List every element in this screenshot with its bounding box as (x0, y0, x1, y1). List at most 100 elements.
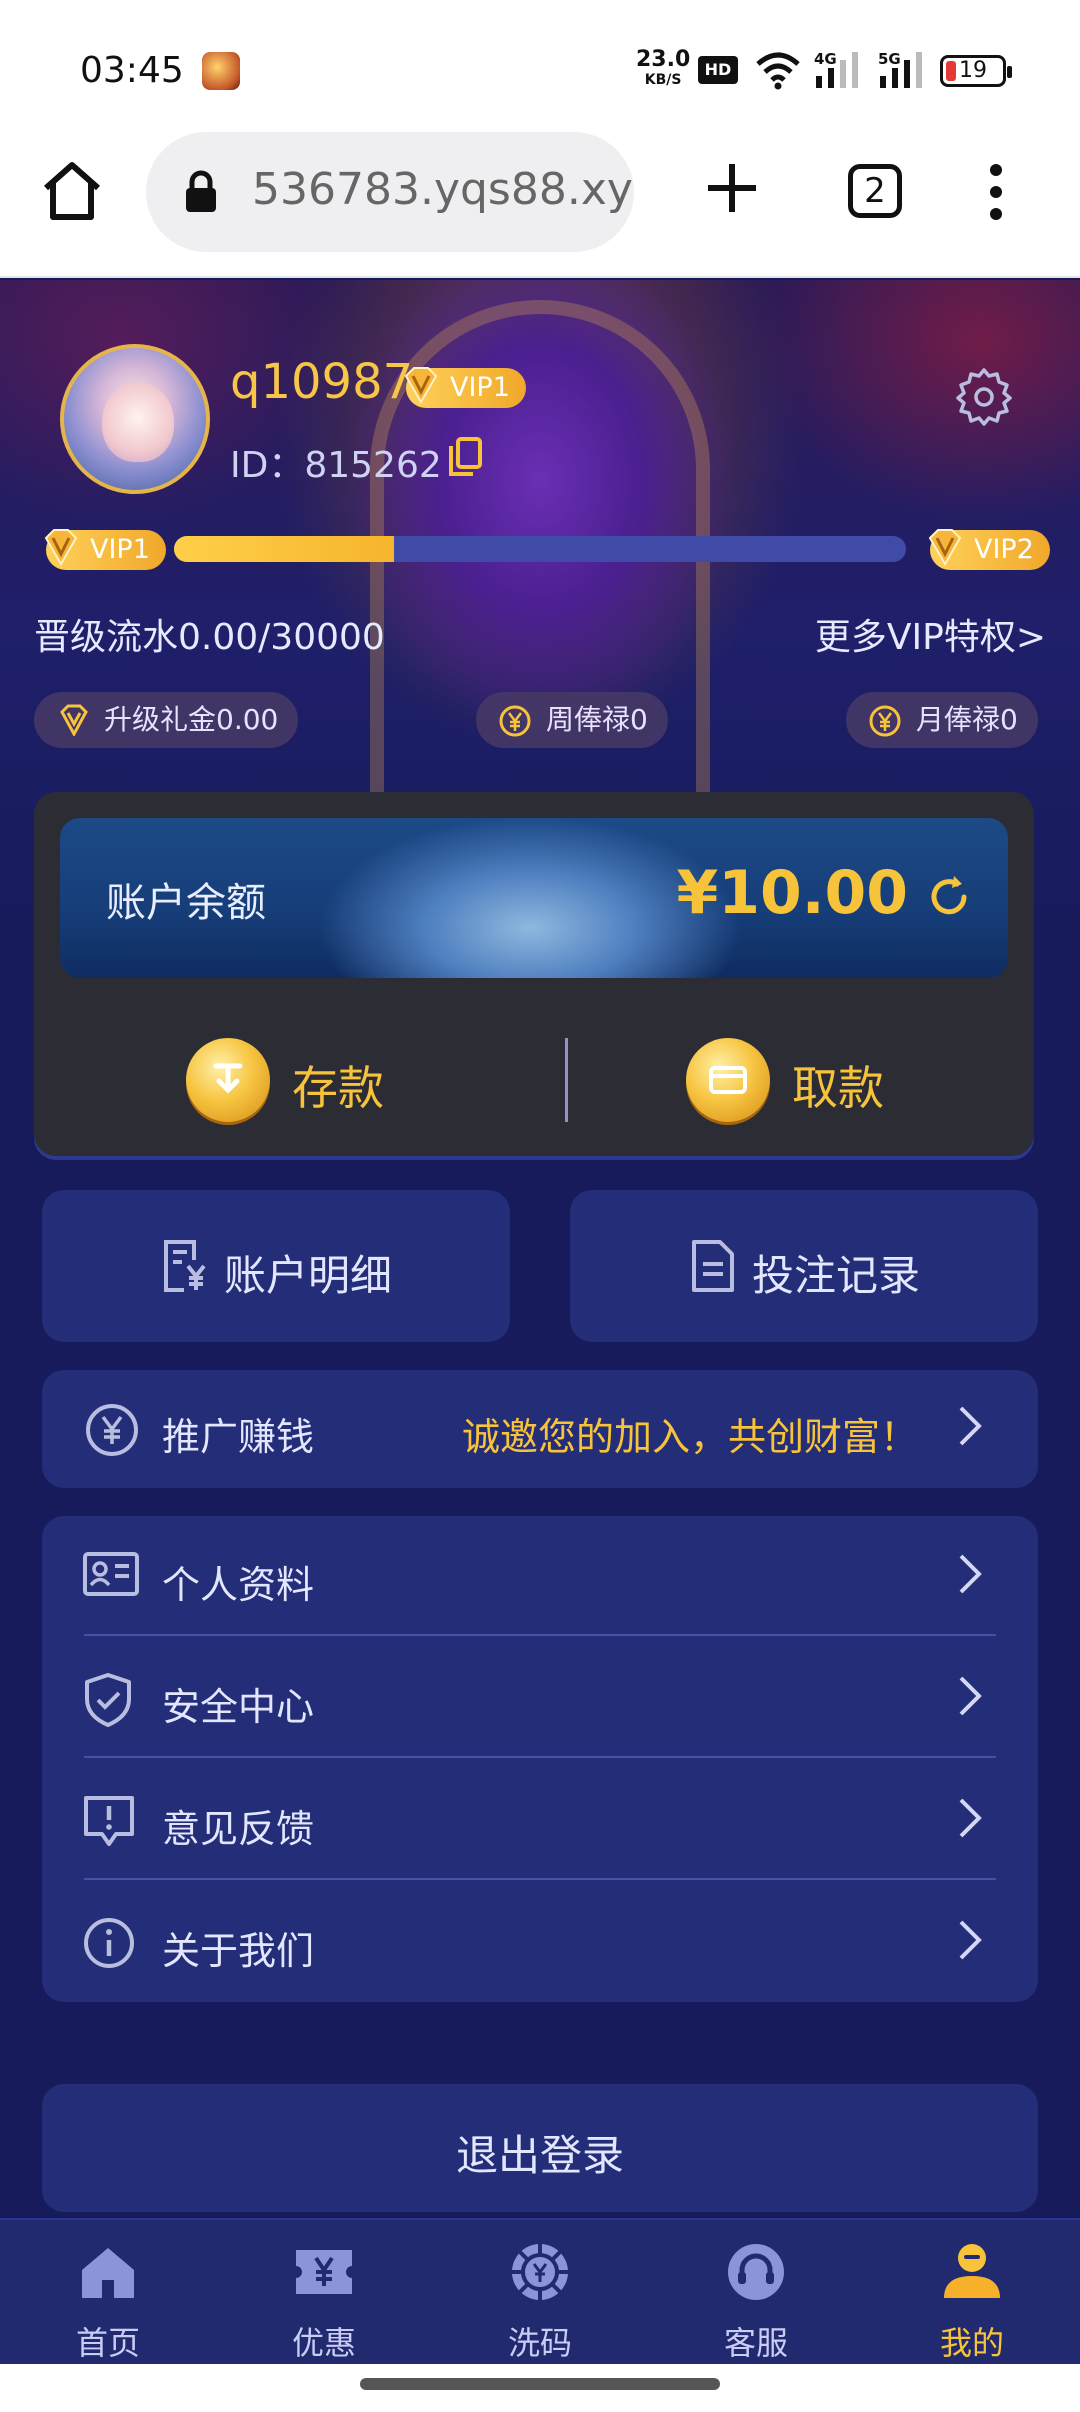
account-detail-icon (164, 1240, 206, 1292)
diamond-icon (928, 529, 962, 567)
nav-label: 我的 (939, 2324, 1004, 2362)
menu-separator (84, 1634, 996, 1636)
ticket-icon (296, 2250, 352, 2294)
nav-home[interactable]: 首页 (0, 2220, 216, 2366)
diamond-icon (44, 529, 78, 567)
signal-4g-icon: 4G (814, 50, 858, 88)
deposit-button[interactable]: 存款 (186, 1032, 426, 1132)
new-tab-icon[interactable] (702, 158, 762, 218)
user-id-label: ID： (230, 445, 305, 486)
menu-item-about[interactable]: 关于我们 (42, 1882, 1038, 2002)
username: q10987 (230, 354, 414, 410)
next-vip-badge: VIP2 (928, 529, 1050, 570)
logout-button[interactable]: 退出登录 (42, 2084, 1038, 2212)
withdraw-label: 取款 (792, 1061, 884, 1115)
bet-record-button[interactable]: 投注记录 (570, 1190, 1038, 1342)
chevron-right-icon (959, 1406, 982, 1446)
chevron-right-icon (959, 1920, 982, 1960)
promotion-label: 推广赚钱 (162, 1415, 315, 1459)
status-time: 03:45 (80, 50, 184, 91)
tab-switcher-button[interactable]: 2 (848, 164, 902, 218)
chevron-right-icon (959, 1798, 982, 1838)
next-vip-text: VIP2 (974, 534, 1034, 565)
menu-item-label: 意见反馈 (162, 1807, 315, 1851)
promotion-hint: 诚邀您的加入，共创财富！ (461, 1415, 918, 1459)
current-vip-text: VIP1 (90, 534, 150, 565)
document-icon (692, 1240, 734, 1292)
bet-record-label: 投注记录 (752, 1251, 921, 1300)
nav-promotions[interactable]: 优惠 (216, 2220, 432, 2366)
svg-text:5G: 5G (878, 50, 901, 68)
upgrade-turnover-text: 晋级流水0.00/30000 (34, 617, 385, 658)
headset-icon (728, 2244, 784, 2300)
copy-icon[interactable] (446, 436, 484, 478)
battery-icon: 19 (940, 55, 1012, 87)
home-indicator[interactable] (360, 2378, 720, 2390)
nav-mine[interactable]: 我的 (864, 2220, 1080, 2366)
menu-item-label: 个人资料 (162, 1563, 315, 1607)
battery-level: 19 (959, 58, 987, 83)
menu-item-label: 关于我们 (162, 1929, 315, 1973)
browser-home-icon[interactable] (40, 160, 104, 222)
monthly-salary-chip: 月俸禄0 (846, 692, 1038, 748)
user-id-value: 815262 (304, 445, 442, 486)
settings-menu: 个人资料 安全中心 意见反馈 关于我们 (42, 1516, 1038, 2002)
promotion-row[interactable]: 推广赚钱 诚邀您的加入，共创财富！ (42, 1370, 1038, 1488)
browser-toolbar: 536783.yqs88.xyz/ 2 (0, 130, 1080, 278)
wallet-card: 账户余额 ¥10.00 存款 取款 (34, 792, 1034, 1156)
nav-label: 洗码 (507, 2324, 572, 2362)
weekly-salary-label: 周俸禄0 (546, 703, 648, 736)
upgrade-bonus-label: 升级礼金0.00 (104, 703, 279, 736)
nav-customer-service[interactable]: 客服 (648, 2220, 864, 2366)
hd-voice-icon: HD (698, 56, 738, 84)
address-bar[interactable]: 536783.yqs88.xyz/ (146, 132, 634, 252)
menu-item-profile[interactable]: 个人资料 (42, 1516, 1038, 1636)
wallet-divider (565, 1038, 568, 1122)
id-card-icon (83, 1552, 139, 1596)
yen-coin-icon (86, 1404, 138, 1456)
bottom-navigation: 首页 优惠 洗码 客服 我的 (0, 2218, 1080, 2364)
settings-gear-icon[interactable] (954, 366, 1014, 426)
yen-coin-icon (499, 705, 531, 737)
gesture-bar (0, 2364, 1080, 2412)
withdraw-card-icon (686, 1038, 770, 1122)
more-vip-link[interactable]: 更多VIP特权> (815, 608, 1046, 660)
refresh-icon[interactable] (924, 872, 974, 922)
feedback-icon (84, 1796, 134, 1846)
url-text: 536783.yqs88.xyz/ (252, 164, 634, 215)
upgrade-bonus-chip: 升级礼金0.00 (34, 692, 299, 748)
menu-item-feedback[interactable]: 意见反馈 (42, 1760, 1038, 1880)
current-vip-badge: VIP1 (44, 529, 166, 570)
network-speed-unit: KB/S (644, 72, 682, 88)
nav-label: 客服 (723, 2324, 788, 2362)
more-menu-icon[interactable] (986, 162, 1006, 222)
chevron-right-icon (959, 1676, 982, 1716)
deposit-icon (186, 1038, 270, 1122)
game-app-icon (202, 52, 240, 90)
balance-amount: ¥10.00 (676, 858, 908, 928)
user-id: ID：815262 (230, 436, 442, 488)
balance-panel: 账户余额 ¥10.00 (60, 818, 1008, 978)
account-detail-label: 账户明细 (224, 1251, 393, 1300)
account-detail-button[interactable]: 账户明细 (42, 1190, 510, 1342)
diamond-icon (60, 704, 88, 736)
network-speed: 23.0 KB/S (636, 47, 691, 90)
yen-coin-icon (869, 705, 901, 737)
wifi-icon (756, 52, 800, 90)
status-bar: 03:45 23.0 KB/S HD 4G 5G 19 (0, 0, 1080, 130)
avatar[interactable] (60, 344, 210, 494)
network-speed-value: 23.0 (636, 47, 691, 72)
svg-text:4G: 4G (814, 50, 837, 68)
deposit-label: 存款 (292, 1061, 384, 1115)
monthly-salary-label: 月俸禄0 (916, 703, 1018, 736)
vip-progress-bar (174, 536, 906, 562)
nav-label: 优惠 (291, 2324, 356, 2362)
nav-label: 首页 (75, 2324, 140, 2362)
withdraw-button[interactable]: 取款 (686, 1032, 926, 1132)
balance-label: 账户余额 (106, 880, 266, 926)
menu-item-security[interactable]: 安全中心 (42, 1638, 1038, 1758)
logout-label: 退出登录 (455, 2131, 624, 2180)
lock-icon (186, 170, 216, 212)
vip-badge-text: VIP1 (450, 372, 510, 403)
nav-rebate[interactable]: 洗码 (432, 2220, 648, 2366)
